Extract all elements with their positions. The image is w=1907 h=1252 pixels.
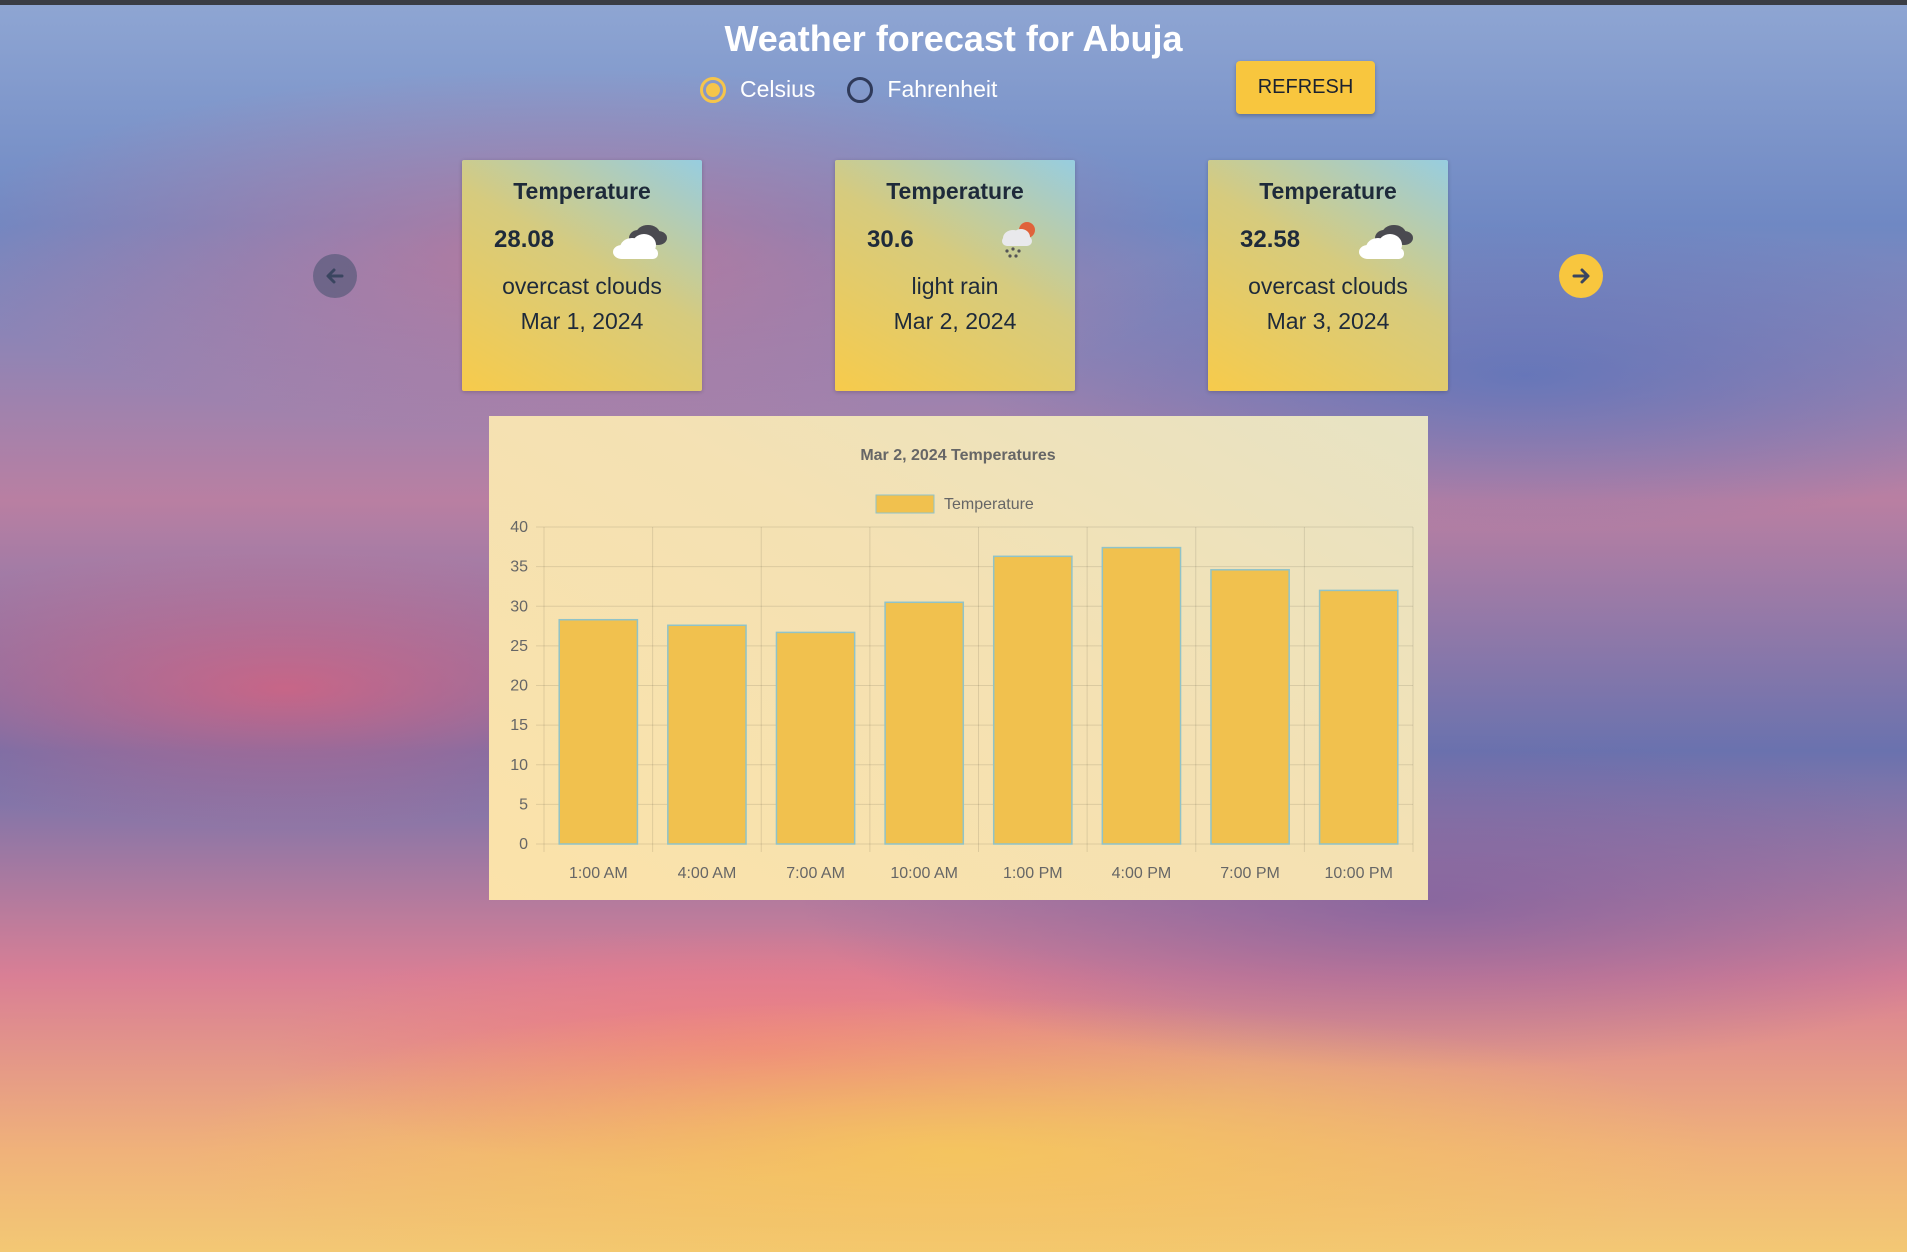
legend-swatch [875, 494, 935, 514]
x-tick-label: 4:00 PM [1112, 865, 1172, 882]
card-description: overcast clouds [502, 273, 662, 299]
forecast-card[interactable]: Temperature 28.08 overcast clouds Mar 1,… [462, 160, 702, 391]
fahrenheit-radio[interactable] [847, 76, 874, 103]
x-tick-label: 10:00 AM [890, 865, 958, 882]
card-date: Mar 1, 2024 [520, 308, 644, 334]
x-tick-label: 4:00 AM [678, 865, 737, 882]
fahrenheit-label: Fahrenheit [887, 76, 998, 102]
legend-label: Temperature [944, 496, 1034, 513]
celsius-label: Celsius [740, 76, 816, 102]
y-tick-label: 25 [510, 638, 528, 655]
chart-svg: Mar 2, 2024 Temperatures Temperature 0 5 10 1… [510, 447, 1414, 882]
next-button[interactable] [1559, 254, 1603, 298]
prev-button[interactable] [313, 254, 357, 298]
x-tick-label: 7:00 PM [1220, 865, 1280, 882]
card-description: overcast clouds [1248, 273, 1408, 299]
card-temperature: 30.6 [867, 226, 914, 253]
arrow-left-icon [326, 268, 344, 284]
cloud-icon [613, 225, 667, 259]
card-label: Temperature [513, 178, 651, 204]
y-tick-label: 35 [510, 559, 528, 576]
forecast-card[interactable]: Temperature 32.58 overcast clouds Mar 3,… [1208, 160, 1448, 391]
x-tick-label: 1:00 PM [1003, 865, 1063, 882]
card-date: Mar 3, 2024 [1266, 308, 1390, 334]
chart-bar [1318, 589, 1399, 845]
card-label: Temperature [1259, 178, 1397, 204]
y-tick-label: 30 [510, 598, 528, 615]
chart-bar [775, 631, 856, 845]
chart-title: Mar 2, 2024 Temperatures [860, 447, 1055, 464]
y-tick-label: 0 [519, 836, 528, 853]
x-tick-label: 10:00 PM [1324, 865, 1392, 882]
refresh-button[interactable]: REFRESH [1236, 61, 1375, 114]
rain-icon [1002, 222, 1035, 258]
x-tick-label: 7:00 AM [786, 865, 845, 882]
card-description: light rain [911, 273, 999, 299]
forecast-card[interactable]: Temperature 30.6 light rain Mar 2, 2024 [835, 160, 1075, 391]
temperature-chart: Mar 2, 2024 Temperatures Temperature 0 5 10 1… [489, 416, 1428, 900]
top-bar [0, 0, 1907, 5]
chart-bar [558, 618, 639, 845]
chart-bar [884, 601, 965, 845]
chart-bar [1101, 546, 1182, 845]
chart-bar [1210, 569, 1290, 845]
x-tick-label: 1:00 AM [569, 865, 628, 882]
y-tick-label: 20 [510, 678, 528, 695]
y-tick-label: 40 [510, 519, 528, 536]
y-tick-label: 10 [510, 757, 528, 774]
chart-bar [667, 624, 747, 845]
page-title: Weather forecast for Abuja [724, 18, 1183, 59]
unit-selector: Celsius Fahrenheit [700, 76, 997, 103]
card-temperature: 28.08 [494, 226, 555, 253]
celsius-option[interactable]: Celsius [700, 76, 815, 103]
cloud-icon [1359, 225, 1413, 259]
card-temperature: 32.58 [1240, 226, 1301, 253]
card-date: Mar 2, 2024 [893, 308, 1017, 334]
fahrenheit-option[interactable]: Fahrenheit [847, 76, 997, 103]
y-tick-label: 15 [510, 717, 528, 734]
card-label: Temperature [886, 178, 1024, 204]
chart-bar [992, 555, 1073, 845]
arrow-right-icon [1572, 268, 1590, 284]
y-tick-label: 5 [519, 796, 528, 813]
celsius-radio[interactable] [700, 76, 726, 103]
